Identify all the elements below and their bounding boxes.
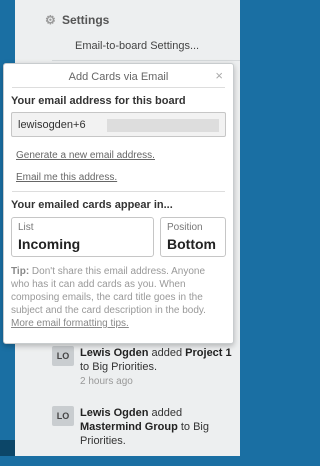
email-address-value: lewisogden+6 — [18, 119, 86, 131]
gear-icon: ⚙ — [45, 13, 56, 27]
email-address-field[interactable]: lewisogden+6 — [11, 112, 226, 137]
position-select-value: Bottom — [167, 236, 216, 252]
activity-card-link[interactable]: Mastermind Group — [80, 421, 178, 433]
email-formatting-tips-link[interactable]: More email formatting tips. — [11, 318, 129, 329]
activity-card-link[interactable]: Project 1 — [185, 347, 231, 359]
list-select[interactable]: List Incoming — [11, 217, 154, 257]
settings-label: Settings — [62, 13, 110, 27]
activity-user[interactable]: Lewis Ogden — [80, 407, 148, 419]
list-select-value: Incoming — [18, 236, 81, 252]
settings-menu-item[interactable]: ⚙ Settings — [45, 10, 109, 30]
activity-text: Lewis Ogden added Mastermind Group to Bi… — [80, 407, 209, 447]
avatar[interactable]: LO — [52, 406, 74, 426]
generate-email-link[interactable]: Generate a new email address. — [16, 150, 155, 161]
activity-time: 2 hours ago — [80, 376, 133, 387]
popup-title: Add Cards via Email — [68, 71, 169, 83]
tip-text: Tip: Don't share this email address. Any… — [11, 266, 206, 329]
board-bottom-strip — [0, 440, 15, 456]
divider — [12, 191, 225, 192]
activity-text: Lewis Ogden added Project 1 to Big Prior… — [80, 347, 232, 373]
cards-section-label: Your emailed cards appear in... — [11, 199, 173, 211]
list-select-label: List — [18, 222, 34, 233]
add-cards-via-email-popup: Add Cards via Email × Your email address… — [3, 63, 234, 344]
activity-item: LO Lewis Ogden added Mastermind Group to… — [52, 406, 240, 466]
activity-item: LO Lewis Ogden added Project 1 to Big Pr… — [52, 346, 240, 406]
email-redaction — [107, 119, 219, 132]
activity-user[interactable]: Lewis Ogden — [80, 347, 148, 359]
avatar[interactable]: LO — [52, 346, 74, 366]
email-section-label: Your email address for this board — [11, 95, 186, 107]
activity-feed: LO Lewis Ogden added Project 1 to Big Pr… — [52, 346, 240, 466]
close-icon[interactable]: × — [215, 68, 223, 83]
divider — [12, 87, 225, 88]
divider — [52, 60, 240, 61]
email-me-link[interactable]: Email me this address. — [16, 172, 117, 183]
position-select[interactable]: Position Bottom — [160, 217, 226, 257]
position-select-label: Position — [167, 222, 203, 233]
email-to-board-settings-item[interactable]: Email-to-board Settings... — [75, 40, 199, 52]
